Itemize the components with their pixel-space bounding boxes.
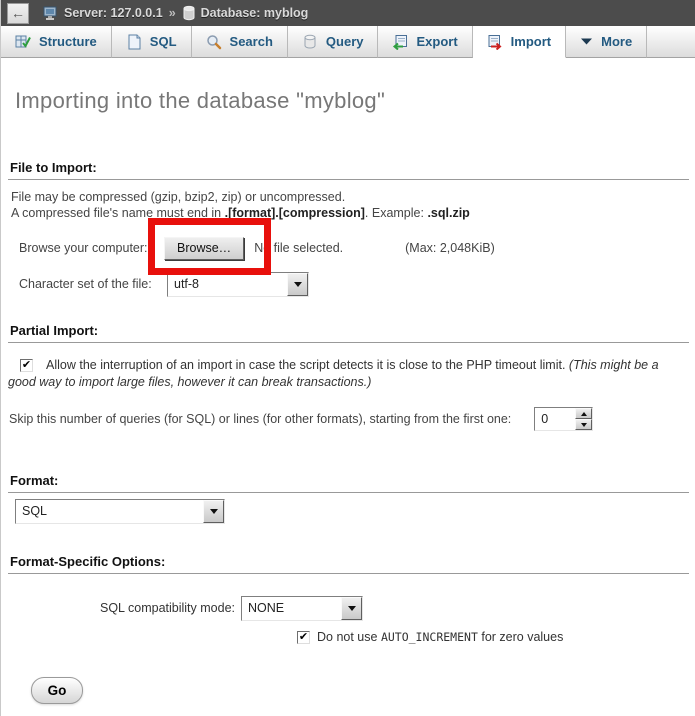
auto-increment-row: ✔ Do not use AUTO_INCREMENT for zero val…	[297, 630, 687, 644]
breadcrumb-bar: ← Server: 127.0.0.1 » Database: myblog	[1, 0, 695, 26]
structure-icon	[15, 34, 31, 50]
sql-compatibility-select[interactable]: NONE	[241, 596, 363, 621]
tab-export-label: Export	[416, 34, 457, 49]
spinner-up-button[interactable]	[575, 408, 592, 419]
tab-more[interactable]: More	[566, 26, 647, 58]
tab-sql[interactable]: SQL	[112, 26, 192, 58]
skip-queries-label: Skip this number of queries (for SQL) or…	[9, 412, 511, 426]
browse-label: Browse your computer:	[19, 241, 164, 255]
tab-import[interactable]: Import	[473, 26, 566, 58]
chevron-down-icon	[580, 37, 593, 46]
file-import-description: File may be compressed (gzip, bzip2, zip…	[11, 190, 687, 221]
page-title: Importing into the database "myblog"	[15, 88, 695, 114]
dropdown-arrow-icon	[294, 282, 302, 287]
spinner-down-icon	[581, 423, 587, 427]
database-breadcrumb[interactable]: Database: myblog	[182, 5, 309, 21]
skip-queries-input[interactable]: 0	[534, 407, 593, 431]
format-heading: Format:	[8, 473, 689, 493]
skip-queries-row: Skip this number of queries (for SQL) or…	[9, 407, 687, 431]
partial-import-heading: Partial Import:	[8, 323, 689, 343]
tab-search[interactable]: Search	[192, 26, 288, 58]
tab-structure[interactable]: Structure	[1, 26, 112, 58]
skip-queries-value: 0	[535, 408, 575, 430]
search-icon	[206, 34, 222, 50]
charset-select[interactable]: utf-8	[167, 272, 309, 297]
server-label: Server: 127.0.0.1	[64, 6, 163, 20]
allow-interruption-label: Allow the interruption of an import in c…	[46, 358, 569, 372]
max-upload-size: (Max: 2,048KiB)	[405, 241, 495, 255]
tab-export[interactable]: Export	[378, 26, 472, 58]
tab-structure-label: Structure	[39, 34, 97, 49]
allow-interruption-checkbox[interactable]: ✔	[20, 359, 33, 372]
charset-label: Character set of the file:	[19, 277, 167, 291]
query-icon	[302, 34, 318, 50]
sql-icon	[126, 34, 142, 50]
format-select-button[interactable]	[203, 500, 224, 523]
breadcrumb-separator: »	[169, 6, 176, 20]
format-selected-value: SQL	[16, 500, 203, 523]
server-icon	[43, 5, 59, 21]
no-file-selected-text: No file selected.	[254, 241, 343, 255]
sql-compatibility-select-button[interactable]	[341, 597, 362, 620]
sql-compatibility-row: SQL compatibility mode: NONE	[1, 595, 687, 621]
skip-queries-spinner	[575, 408, 592, 430]
browse-button[interactable]: Browse…	[164, 237, 244, 260]
sql-compatibility-value: NONE	[242, 597, 341, 620]
import-icon	[487, 34, 503, 50]
file-to-import-heading: File to Import:	[8, 160, 689, 180]
dropdown-arrow-icon	[210, 509, 218, 514]
sql-compatibility-label: SQL compatibility mode:	[1, 601, 241, 615]
server-breadcrumb[interactable]: Server: 127.0.0.1	[43, 5, 163, 21]
spinner-up-icon	[581, 412, 587, 416]
file-name-note: A compressed file's name must end in .[f…	[11, 206, 687, 222]
import-content: Importing into the database "myblog" Fil…	[1, 88, 695, 704]
browse-row: Browse your computer: Browse… No file se…	[19, 234, 687, 262]
charset-select-button[interactable]	[287, 273, 308, 296]
dropdown-arrow-icon	[348, 606, 356, 611]
spinner-down-button[interactable]	[575, 419, 592, 430]
auto-increment-label: Do not use AUTO_INCREMENT for zero value…	[317, 630, 563, 644]
tab-bar-filler	[647, 26, 695, 58]
format-specific-options-heading: Format-Specific Options:	[8, 554, 689, 574]
export-icon	[392, 34, 408, 50]
back-button[interactable]: ←	[7, 3, 29, 24]
charset-selected-value: utf-8	[168, 273, 287, 296]
tab-sql-label: SQL	[150, 34, 177, 49]
tab-more-label: More	[601, 34, 632, 49]
charset-row: Character set of the file: utf-8	[19, 271, 687, 297]
tab-bar: Structure SQL Search Query	[1, 26, 695, 58]
compression-note: File may be compressed (gzip, bzip2, zip…	[11, 190, 687, 206]
tab-import-label: Import	[511, 34, 551, 49]
auto-increment-checkbox[interactable]: ✔	[297, 631, 310, 644]
allow-interruption-row: ✔ Allow the interruption of an import in …	[8, 357, 687, 391]
database-label: Database: myblog	[201, 6, 309, 20]
tab-query-label: Query	[326, 34, 364, 49]
phpmyadmin-import-page: ← Server: 127.0.0.1 » Database: myblog	[0, 0, 695, 716]
tab-query[interactable]: Query	[288, 26, 379, 58]
go-button[interactable]: Go	[31, 677, 83, 704]
tab-search-label: Search	[230, 34, 273, 49]
format-select[interactable]: SQL	[15, 499, 225, 524]
database-icon	[182, 5, 196, 21]
